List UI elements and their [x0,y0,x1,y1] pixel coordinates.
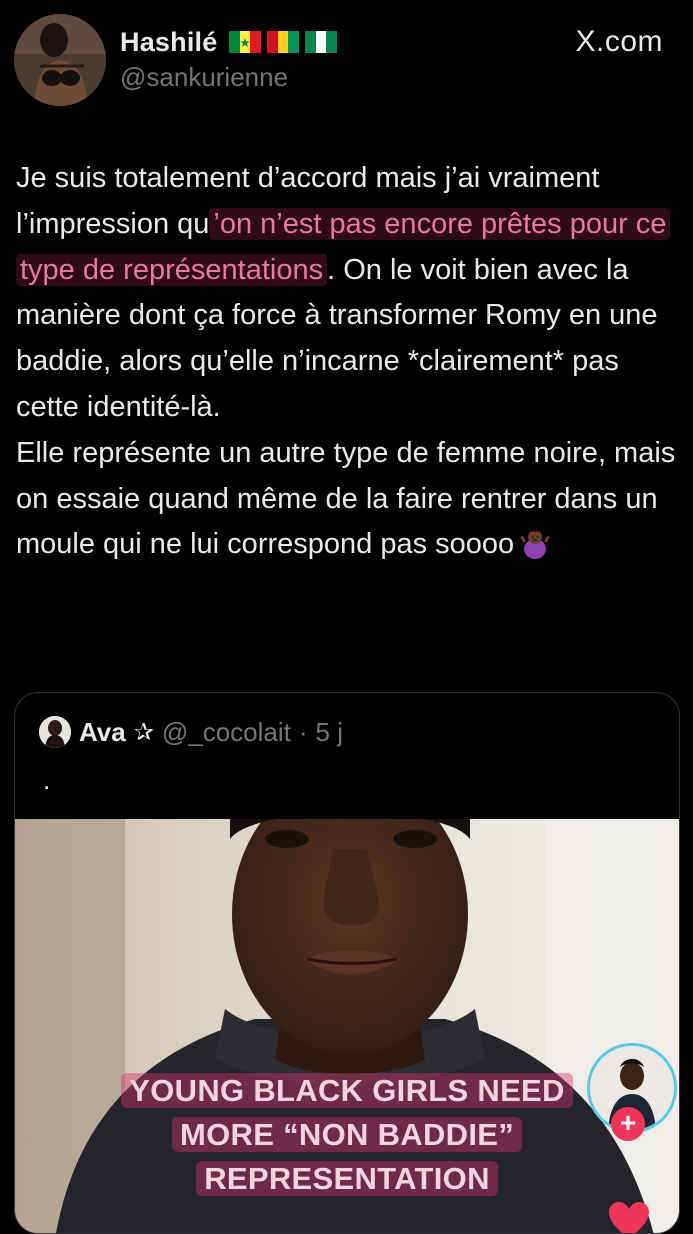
quoted-author-name[interactable]: Ava [79,717,126,748]
video-caption: YOUNG BLACK GIRLS NEED MORE “NON BADDIE”… [15,1069,679,1201]
quoted-post-time[interactable]: 5 j [316,717,343,748]
guinea-flag-icon [267,31,300,53]
author-display-name[interactable]: Hashilé [120,27,217,58]
quoted-post-card[interactable]: Ava ✰ @_cocolait · 5 j . YOUNG BLACK GIR… [14,692,680,1234]
post-text: Je suis totalement d’accord mais j’ai vr… [16,156,676,568]
separator-dot: · [298,716,308,747]
brand-watermark: X.com [575,22,663,62]
flag-emojis [229,31,338,53]
quoted-author-avatar[interactable] [39,716,71,748]
follow-plus-button[interactable]: + [611,1107,645,1141]
heart-icon[interactable] [607,1201,651,1234]
quoted-avatar-image [39,716,71,748]
author-avatar[interactable] [14,14,106,106]
nigeria-flag-icon [305,31,338,53]
caption-line-2: MORE “NON BADDIE” [171,1117,523,1152]
caption-line-1: YOUNG BLACK GIRLS NEED [121,1073,573,1108]
author-handle[interactable]: @sankurienne [120,62,288,93]
quoted-post-header: Ava ✰ @_cocolait · 5 j [39,715,343,749]
post-text-paragraph-2: Elle représente un autre type de femme n… [16,436,676,561]
author-avatar-image [14,14,106,106]
star-icon: ✰ [133,718,154,746]
quoted-post-text: . [43,765,51,795]
brand-text: X.com [575,25,663,58]
post-paragraph-2: Elle représente un autre type de femme n… [16,431,676,568]
quoted-author-handle[interactable]: @_cocolait [162,717,291,748]
author-name-row: Hashilé [120,24,338,60]
senegal-flag-icon [229,31,262,53]
post-paragraph-1: Je suis totalement d’accord mais j’ai vr… [16,156,676,431]
post-header: Hashilé @sankurienne X.com [0,0,693,120]
quoted-video-thumbnail[interactable]: YOUNG BLACK GIRLS NEED MORE “NON BADDIE”… [15,819,679,1234]
caption-line-3: REPRESENTATION [196,1161,498,1196]
woman-shrugging-emoji-icon [520,529,551,560]
